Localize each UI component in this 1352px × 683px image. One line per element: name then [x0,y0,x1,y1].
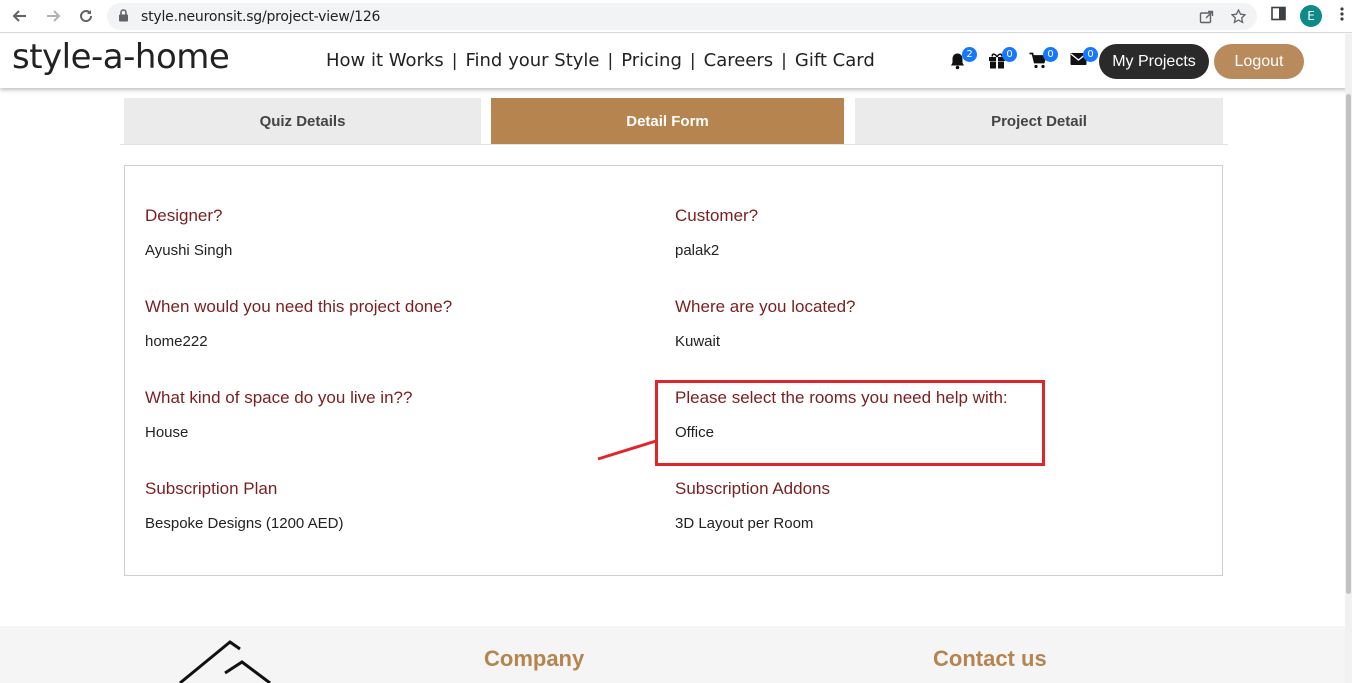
project-timeline-value: home222 [145,333,208,350]
gifts-badge: 0 [1002,47,1017,62]
messages-badge: 0 [1083,47,1098,62]
site-header: style-a-home How it Works | Find your St… [0,34,1352,88]
nav-separator: | [781,50,787,71]
my-projects-button[interactable]: My Projects [1099,44,1209,79]
tab-detail-form[interactable]: Detail Form [491,98,844,144]
site-logo[interactable]: style-a-home [12,37,230,77]
footer-company-heading: Company [484,646,585,671]
browser-toolbar: style.neuronsit.sg/project-view/126 E [0,0,1352,33]
nav-find-your-style[interactable]: Find your Style [465,50,599,71]
location-label: Where are you located? [675,297,856,316]
address-bar[interactable]: style.neuronsit.sg/project-view/126 [107,3,1257,30]
scrollbar-thumb[interactable] [1346,94,1351,594]
space-type-value: House [145,424,189,441]
annotation-arrow [597,439,657,461]
customer-label: Customer? [675,206,759,225]
forward-arrow-icon[interactable] [41,4,65,28]
customer-value: palak2 [675,242,720,259]
subscription-addons-label: Subscription Addons [675,479,830,498]
more-menu-icon[interactable] [1339,6,1345,27]
tab-project-detail[interactable]: Project Detail [855,98,1223,144]
designer-label: Designer? [145,206,223,225]
main-nav: How it Works | Find your Style | Pricing… [326,50,875,71]
back-arrow-icon[interactable] [8,4,32,28]
footer-contact-heading: Contact us [933,646,1047,671]
annotation-highlight-box [655,380,1045,466]
location-value: Kuwait [675,333,721,350]
nav-gift-card[interactable]: Gift Card [795,50,875,71]
logout-button[interactable]: Logout [1214,44,1304,79]
cart-badge: 0 [1043,47,1058,62]
nav-pricing[interactable]: Pricing [621,50,682,71]
subscription-plan-value: Bespoke Designs (1200 AED) [145,515,344,532]
project-timeline-label: When would you need this project done? [145,297,453,316]
site-footer: Company Contact us [0,626,1352,683]
lock-icon [118,9,129,27]
star-icon[interactable] [1230,8,1247,29]
reload-icon[interactable] [74,4,98,28]
designer-value: Ayushi Singh [145,242,233,259]
nav-separator: | [689,50,696,71]
nav-separator: | [451,50,458,71]
detail-form-card: Designer? Ayushi Singh Customer? palak2 … [124,165,1223,576]
subscription-addons-value: 3D Layout per Room [675,515,814,532]
nav-separator: | [607,50,614,71]
profile-avatar[interactable]: E [1300,5,1322,27]
space-type-label: What kind of space do you live in?? [145,388,413,407]
url-text: style.neuronsit.sg/project-view/126 [141,9,381,25]
subscription-plan-label: Subscription Plan [145,479,278,498]
notifications-badge: 2 [962,47,977,62]
tab-quiz-details[interactable]: Quiz Details [124,98,481,144]
tabs-divider [120,144,1228,145]
share-icon[interactable] [1199,9,1214,29]
nav-careers[interactable]: Careers [704,50,774,71]
nav-how-it-works[interactable]: How it Works [326,50,444,71]
page-scrollbar[interactable] [1345,34,1352,683]
footer-logo-icon [179,640,271,683]
side-panel-icon[interactable] [1271,6,1286,26]
